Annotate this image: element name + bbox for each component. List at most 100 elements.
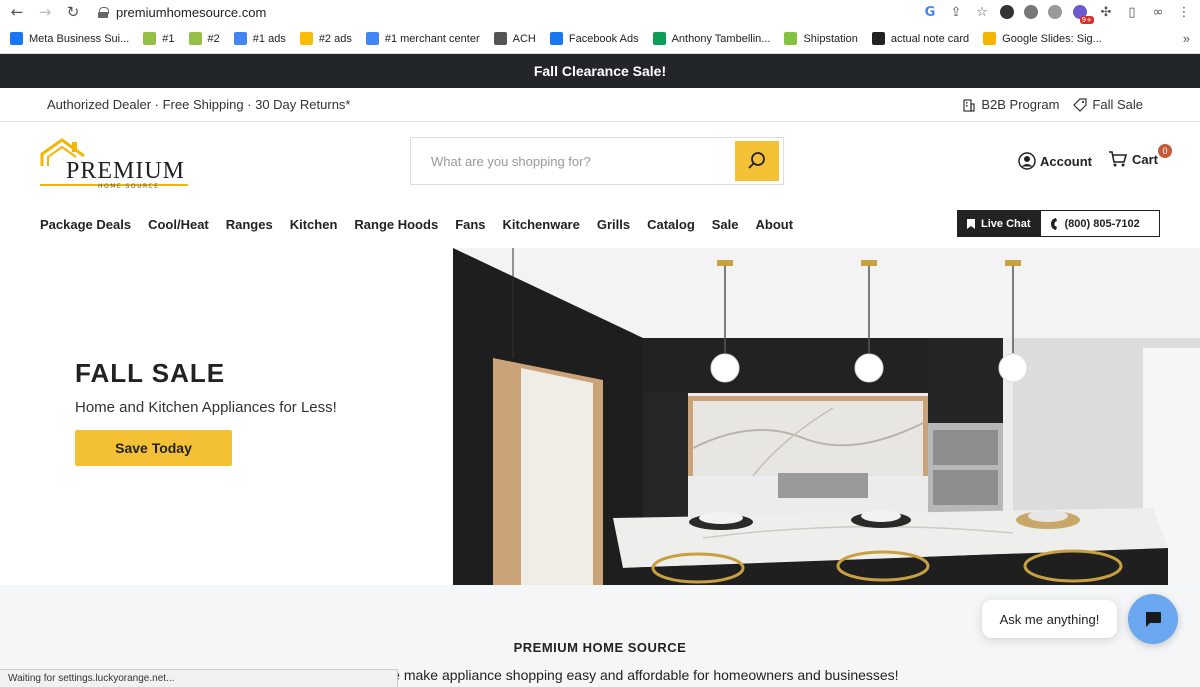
chat-launcher-button[interactable] xyxy=(1128,594,1178,644)
nav-item-sale[interactable]: Sale xyxy=(712,217,739,232)
hero-title: FALL SALE xyxy=(75,358,226,388)
search-button[interactable] xyxy=(735,141,779,181)
chat-prompt-bubble[interactable]: Ask me anything! xyxy=(982,600,1117,638)
nav-item-grills[interactable]: Grills xyxy=(597,217,630,232)
search-bar xyxy=(410,137,784,185)
account-label[interactable]: Account xyxy=(1040,154,1092,169)
share-icon[interactable]: ⇪ xyxy=(948,4,964,20)
menu-icon[interactable]: ⋮ xyxy=(1176,4,1192,20)
bookmarks-overflow-icon[interactable]: » xyxy=(1183,31,1190,46)
profile-icon[interactable]: ∞ xyxy=(1150,4,1166,20)
announcement-text[interactable]: Fall Clearance Sale! xyxy=(534,63,666,79)
bookmark-item[interactable]: Shipstation xyxy=(784,32,858,45)
extension-icon[interactable] xyxy=(1024,5,1038,19)
nav-item-about[interactable]: About xyxy=(756,217,794,232)
logo-subtitle: HOME SOURCE xyxy=(98,183,160,190)
google-icon xyxy=(233,32,247,45)
bookmark-item[interactable]: #2 xyxy=(188,32,220,45)
cart-count-badge: 0 xyxy=(1158,144,1173,158)
star-icon[interactable]: ☆ xyxy=(974,4,990,20)
browser-toolbar: ← → ↻ premiumhomesource.com G ⇪ ☆ 9+ ✣ ▯… xyxy=(0,0,1200,24)
b2b-program-link[interactable]: B2B Program xyxy=(962,97,1059,112)
bookmark-item[interactable]: actual note card xyxy=(871,32,969,45)
merchant-center-icon xyxy=(365,32,379,45)
bookmark-item[interactable]: Google Slides: Sig... xyxy=(983,32,1102,45)
hero-kitchen-image xyxy=(453,248,1200,585)
phone-icon xyxy=(1050,217,1057,230)
nav-item-kitchenware[interactable]: Kitchenware xyxy=(503,217,580,232)
section-title: PREMIUM HOME SOURCE xyxy=(513,640,687,655)
cart-icon xyxy=(1109,151,1128,167)
nav-item-kitchen[interactable]: Kitchen xyxy=(290,217,338,232)
back-icon[interactable]: ← xyxy=(8,3,26,21)
bookmark-item[interactable]: #2 ads xyxy=(299,32,352,45)
extension-badge-icon[interactable]: 9+ xyxy=(1072,4,1094,24)
chat-prompt-text[interactable]: Ask me anything! xyxy=(1000,612,1100,627)
google-ads-icon xyxy=(299,32,313,45)
bookmark-label[interactable]: #2 xyxy=(208,33,220,45)
browser-status-bar: Waiting for settings.luckyorange.net... xyxy=(0,669,398,687)
bookmark-item[interactable]: #1 xyxy=(143,32,175,45)
bookmark-label[interactable]: Google Slides: Sig... xyxy=(1002,33,1102,45)
bookmarks-bar: Meta Business Sui... #1 #2 #1 ads #2 ads #1 m… xyxy=(0,24,1200,54)
bookmark-item[interactable]: Meta Business Sui... xyxy=(10,32,129,45)
lock-icon[interactable] xyxy=(98,6,109,18)
bookmark-item[interactable]: #1 merchant center xyxy=(365,32,480,45)
globe-icon xyxy=(493,32,507,45)
nav-item-range-hoods[interactable]: Range Hoods xyxy=(354,217,438,232)
phone-link[interactable]: (800) 805-7102 xyxy=(1039,210,1160,237)
bookmark-label[interactable]: #1 merchant center xyxy=(385,33,480,45)
nav-item-cool-heat[interactable]: Cool/Heat xyxy=(148,217,209,232)
phone-number[interactable]: (800) 805-7102 xyxy=(1065,218,1140,230)
browser-actions: G ⇪ ☆ 9+ ✣ ▯ ∞ ⋮ xyxy=(922,4,1192,24)
forward-icon[interactable]: → xyxy=(36,3,54,21)
bookmark-label[interactable]: #1 xyxy=(162,33,174,45)
contact-box: Live Chat (800) 805-7102 xyxy=(957,210,1160,237)
nav-item-ranges[interactable]: Ranges xyxy=(226,217,273,232)
bookmark-label[interactable]: Facebook Ads xyxy=(569,33,639,45)
live-chat-label[interactable]: Live Chat xyxy=(981,218,1031,230)
meta-icon xyxy=(549,32,563,45)
bookmark-item[interactable]: Facebook Ads xyxy=(549,32,639,45)
bookmark-item[interactable]: Anthony Tambellin... xyxy=(652,32,771,45)
bookmark-chat-icon xyxy=(967,218,975,229)
save-today-button[interactable]: Save Today xyxy=(75,430,232,466)
cart-label[interactable]: Cart xyxy=(1132,152,1158,167)
site-logo[interactable]: PREMIUM HOME SOURCE xyxy=(40,136,190,190)
bookmark-item[interactable]: ACH xyxy=(493,32,536,45)
bookmark-label[interactable]: Shipstation xyxy=(803,33,857,45)
user-icon xyxy=(1018,152,1036,170)
nav-item-package-deals[interactable]: Package Deals xyxy=(40,217,131,232)
reload-icon[interactable]: ↻ xyxy=(64,3,82,21)
sidebar-icon[interactable]: ▯ xyxy=(1124,4,1140,20)
nav-item-fans[interactable]: Fans xyxy=(455,217,485,232)
nav-menu: Package Deals Cool/Heat Ranges Kitchen Range… xyxy=(40,217,793,232)
trust-message: Authorized Dealer · Free Shipping · 30 D… xyxy=(47,97,351,112)
account-link[interactable]: Account xyxy=(1018,152,1092,170)
extension-icon[interactable] xyxy=(1048,5,1062,19)
fall-sale-link[interactable]: Fall Sale xyxy=(1073,97,1143,112)
bookmark-label[interactable]: Anthony Tambellin... xyxy=(672,33,771,45)
announcement-bar[interactable]: Fall Clearance Sale! xyxy=(0,54,1200,88)
bookmark-label[interactable]: ACH xyxy=(513,33,536,45)
browser-nav: ← → ↻ xyxy=(8,3,98,21)
bookmark-label[interactable]: Meta Business Sui... xyxy=(29,33,129,45)
extension-icon[interactable] xyxy=(1000,5,1014,19)
puzzle-icon[interactable]: ✣ xyxy=(1098,4,1114,20)
live-chat-button[interactable]: Live Chat xyxy=(957,210,1040,237)
url-text[interactable]: premiumhomesource.com xyxy=(116,5,266,20)
google-icon[interactable]: G xyxy=(922,4,938,20)
nav-item-catalog[interactable]: Catalog xyxy=(647,217,695,232)
cart-link[interactable]: Cart 0 xyxy=(1108,144,1173,168)
hero-content: FALL SALE Home and Kitchen Appliances fo… xyxy=(75,358,337,466)
shopify-icon xyxy=(143,32,157,45)
fall-sale-label[interactable]: Fall Sale xyxy=(1092,97,1143,112)
bookmark-item[interactable]: #1 ads xyxy=(233,32,286,45)
address-bar[interactable]: premiumhomesource.com xyxy=(98,1,922,23)
b2b-program-label[interactable]: B2B Program xyxy=(981,97,1059,112)
search-input[interactable] xyxy=(411,138,735,184)
bookmark-label[interactable]: actual note card xyxy=(891,33,969,45)
bookmark-label[interactable]: #2 ads xyxy=(319,33,352,45)
bookmark-label[interactable]: #1 ads xyxy=(253,33,286,45)
logo-wordmark: PREMIUM xyxy=(66,158,186,184)
